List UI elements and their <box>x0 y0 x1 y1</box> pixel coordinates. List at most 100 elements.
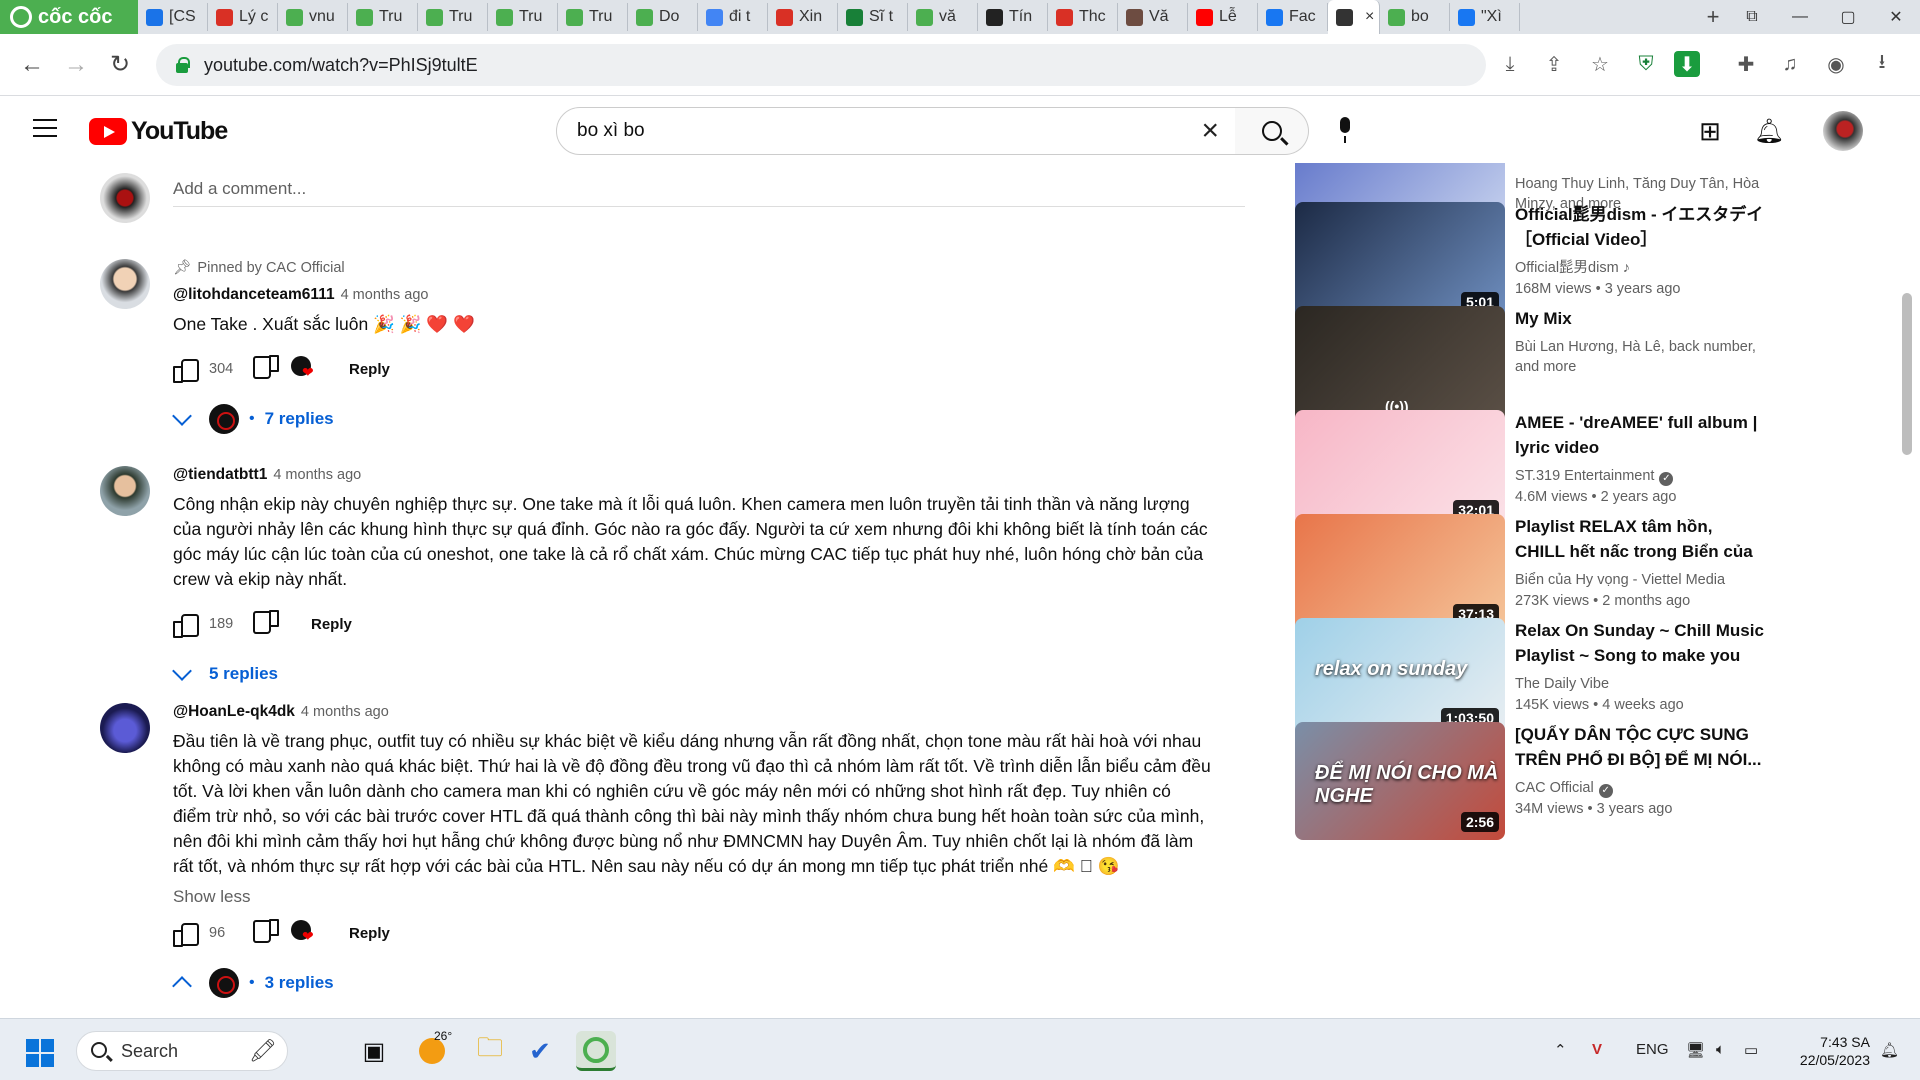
dislike-icon[interactable] <box>255 613 279 635</box>
notification-center-icon[interactable]: 🔔︎ <box>1880 1041 1899 1059</box>
video-channel[interactable]: Biển của Hy vọng - Viettel Media <box>1515 570 1765 590</box>
video-thumbnail[interactable]: relax on sunday 1:03:50 <box>1295 618 1505 736</box>
video-channel[interactable]: CAC Official ✓ <box>1515 778 1765 798</box>
close-window-button[interactable]: ✕ <box>1872 0 1920 34</box>
browser-tab[interactable]: Tru <box>558 3 628 31</box>
battery-icon[interactable]: ▭ <box>1744 1041 1758 1059</box>
browser-tab[interactable]: Lý c <box>208 3 278 31</box>
voice-search-mic-icon[interactable] <box>1334 117 1356 145</box>
search-input[interactable]: bo xì bo × <box>556 107 1236 155</box>
network-icon[interactable]: 🖥︎ <box>1686 1041 1705 1059</box>
add-comment-input[interactable]: Add a comment... <box>173 177 1245 207</box>
account-avatar[interactable] <box>1823 111 1863 151</box>
show-less-button[interactable]: Show less <box>173 887 1213 907</box>
adblock-extension-icon[interactable]: ⛨ <box>1630 48 1662 80</box>
browser-tab[interactable]: Sĩ t <box>838 3 908 31</box>
video-thumbnail[interactable]: ((•)) <box>1295 306 1505 424</box>
browser-tab[interactable]: Tru <box>488 3 558 31</box>
comment-author[interactable]: @HoanLe-qk4dk <box>173 703 295 720</box>
forward-button[interactable]: → <box>54 43 98 87</box>
browser-tab[interactable]: Tín <box>978 3 1048 31</box>
video-title[interactable]: AMEE - 'dreAMEE' full album | lyric vide… <box>1515 410 1765 460</box>
video-thumbnail[interactable]: ĐỂ MỊ NÓI CHO MÀ NGHE 2:56 <box>1295 722 1505 840</box>
downloads-icon[interactable]: ⭳ <box>1866 48 1898 80</box>
search-button[interactable] <box>1235 107 1309 155</box>
browser-tab[interactable]: đi t <box>698 3 768 31</box>
browser-tab[interactable]: Fac <box>1258 3 1328 31</box>
related-video-item[interactable]: relax on sunday 1:03:50 Relax On Sunday ~ … <box>1295 618 1765 738</box>
bookmark-star-icon[interactable]: ☆ <box>1584 48 1616 80</box>
dislike-icon[interactable] <box>255 358 279 380</box>
clear-search-icon[interactable]: × <box>1201 116 1219 146</box>
savior-download-icon[interactable]: ⬇ <box>1674 51 1700 77</box>
install-app-icon[interactable]: ⤓ <box>1494 48 1526 80</box>
music-playlist-icon[interactable]: ♫ <box>1774 48 1806 80</box>
video-title[interactable]: Official髭男dism - イエスタデイ［Official Video］ <box>1515 202 1765 252</box>
weather-widget[interactable]: 26° <box>412 1029 452 1071</box>
page-scrollbar[interactable] <box>1902 293 1912 455</box>
video-title[interactable]: Playlist RELAX tâm hồn, CHILL hết nấc tr… <box>1515 514 1765 564</box>
minimize-button[interactable]: — <box>1776 0 1824 34</box>
browser-tab[interactable]: Vă <box>1118 3 1188 31</box>
like-icon[interactable] <box>173 613 199 638</box>
antivirus-tray-icon[interactable]: V <box>1592 1041 1602 1058</box>
video-channel[interactable]: The Daily Vibe <box>1515 674 1765 694</box>
share-icon[interactable]: ⇪ <box>1538 48 1570 80</box>
reply-button[interactable]: Reply <box>349 361 390 378</box>
comment-author[interactable]: @litohdanceteam6111 <box>173 286 335 303</box>
view-replies-button[interactable]: 5 replies <box>165 656 1213 692</box>
video-title[interactable]: Relax On Sunday ~ Chill Music Playlist ~… <box>1515 618 1765 668</box>
related-video-item[interactable]: 37:13 Playlist RELAX tâm hồn, CHILL hết n… <box>1295 514 1765 634</box>
language-indicator[interactable]: ENG <box>1636 1041 1669 1058</box>
comment-time[interactable]: 4 months ago <box>341 287 429 303</box>
task-view-icon[interactable]: ▣ <box>354 1031 394 1071</box>
video-title[interactable]: My Mix <box>1515 306 1765 331</box>
video-channel[interactable]: Bùi Lan Hương, Hà Lê, back number, and m… <box>1515 337 1765 377</box>
video-thumbnail[interactable]: 32:01 <box>1295 410 1505 528</box>
browser-tab[interactable]: Xin <box>768 3 838 31</box>
like-icon[interactable] <box>173 922 199 947</box>
create-video-icon[interactable]: ⊞ <box>1694 115 1726 147</box>
address-bar[interactable]: youtube.com/watch?v=PhISj9tultE <box>156 44 1486 86</box>
browser-tab[interactable]: × <box>1328 0 1380 34</box>
related-video-item[interactable]: ĐỂ MỊ NÓI CHO MÀ NGHE 2:56 [QUẨY DÂN TỘC C… <box>1295 722 1765 842</box>
video-thumbnail[interactable]: 5:01 <box>1295 202 1505 320</box>
youtube-logo[interactable]: YouTube <box>89 117 228 146</box>
related-video-item[interactable]: 32:01 AMEE - 'dreAMEE' full album | lyric… <box>1295 410 1765 530</box>
video-channel[interactable]: Official髭男dism ♪ <box>1515 258 1765 278</box>
browser-tab[interactable]: Tru <box>418 3 488 31</box>
hide-replies-button[interactable]: • 3 replies <box>165 965 1213 1001</box>
browser-tab[interactable]: vnu <box>278 3 348 31</box>
back-button[interactable]: ← <box>10 43 54 87</box>
chevron-up-icon[interactable]: ⌃ <box>1554 1041 1567 1059</box>
comment-time[interactable]: 4 months ago <box>273 467 361 483</box>
maximize-button[interactable]: ▢ <box>1824 0 1872 34</box>
video-title[interactable]: [QUẨY DÂN TỘC CỰC SUNG TRÊN PHỐ ĐI BỘ] Đ… <box>1515 722 1765 772</box>
related-video-item[interactable]: 5:01 Official髭男dism - イエスタデイ［Official Vid… <box>1295 202 1765 322</box>
comment-time[interactable]: 4 months ago <box>301 704 389 720</box>
browser-tab[interactable]: bo <box>1380 3 1450 31</box>
reply-button[interactable]: Reply <box>311 616 352 633</box>
menu-hamburger-icon[interactable] <box>33 119 57 137</box>
reply-button[interactable]: Reply <box>349 925 390 942</box>
profile-icon[interactable]: ◉ <box>1820 48 1852 80</box>
related-video-item[interactable]: ((•)) My Mix Bùi Lan Hương, Hà Lê, back nu… <box>1295 306 1765 426</box>
comment-author[interactable]: @tiendatbtt1 <box>173 466 267 483</box>
coccoc-taskbar-icon[interactable] <box>576 1031 616 1071</box>
taskbar-search-box[interactable]: Search 🖍︎ <box>76 1031 288 1071</box>
browser-tab[interactable]: Tru <box>348 3 418 31</box>
coccoc-menu-button[interactable]: cốc cốc <box>0 0 138 34</box>
video-thumbnail[interactable]: 37:13 <box>1295 514 1505 632</box>
extensions-puzzle-icon[interactable]: ✚ <box>1730 48 1762 80</box>
view-replies-button[interactable]: • 7 replies <box>165 401 1213 437</box>
browser-tab[interactable]: Thc <box>1048 3 1118 31</box>
dislike-icon[interactable] <box>255 922 279 944</box>
comment-author-avatar[interactable] <box>100 259 150 309</box>
like-icon[interactable] <box>173 358 199 383</box>
comment-author-avatar[interactable] <box>100 703 150 753</box>
notifications-bell-icon[interactable]: 🔔︎ <box>1753 115 1785 147</box>
video-channel[interactable]: ST.319 Entertainment ✓ <box>1515 466 1765 486</box>
browser-tab[interactable]: Lễ <box>1188 3 1258 31</box>
browser-tab[interactable]: vă <box>908 3 978 31</box>
windows-start-icon[interactable] <box>26 1039 54 1067</box>
